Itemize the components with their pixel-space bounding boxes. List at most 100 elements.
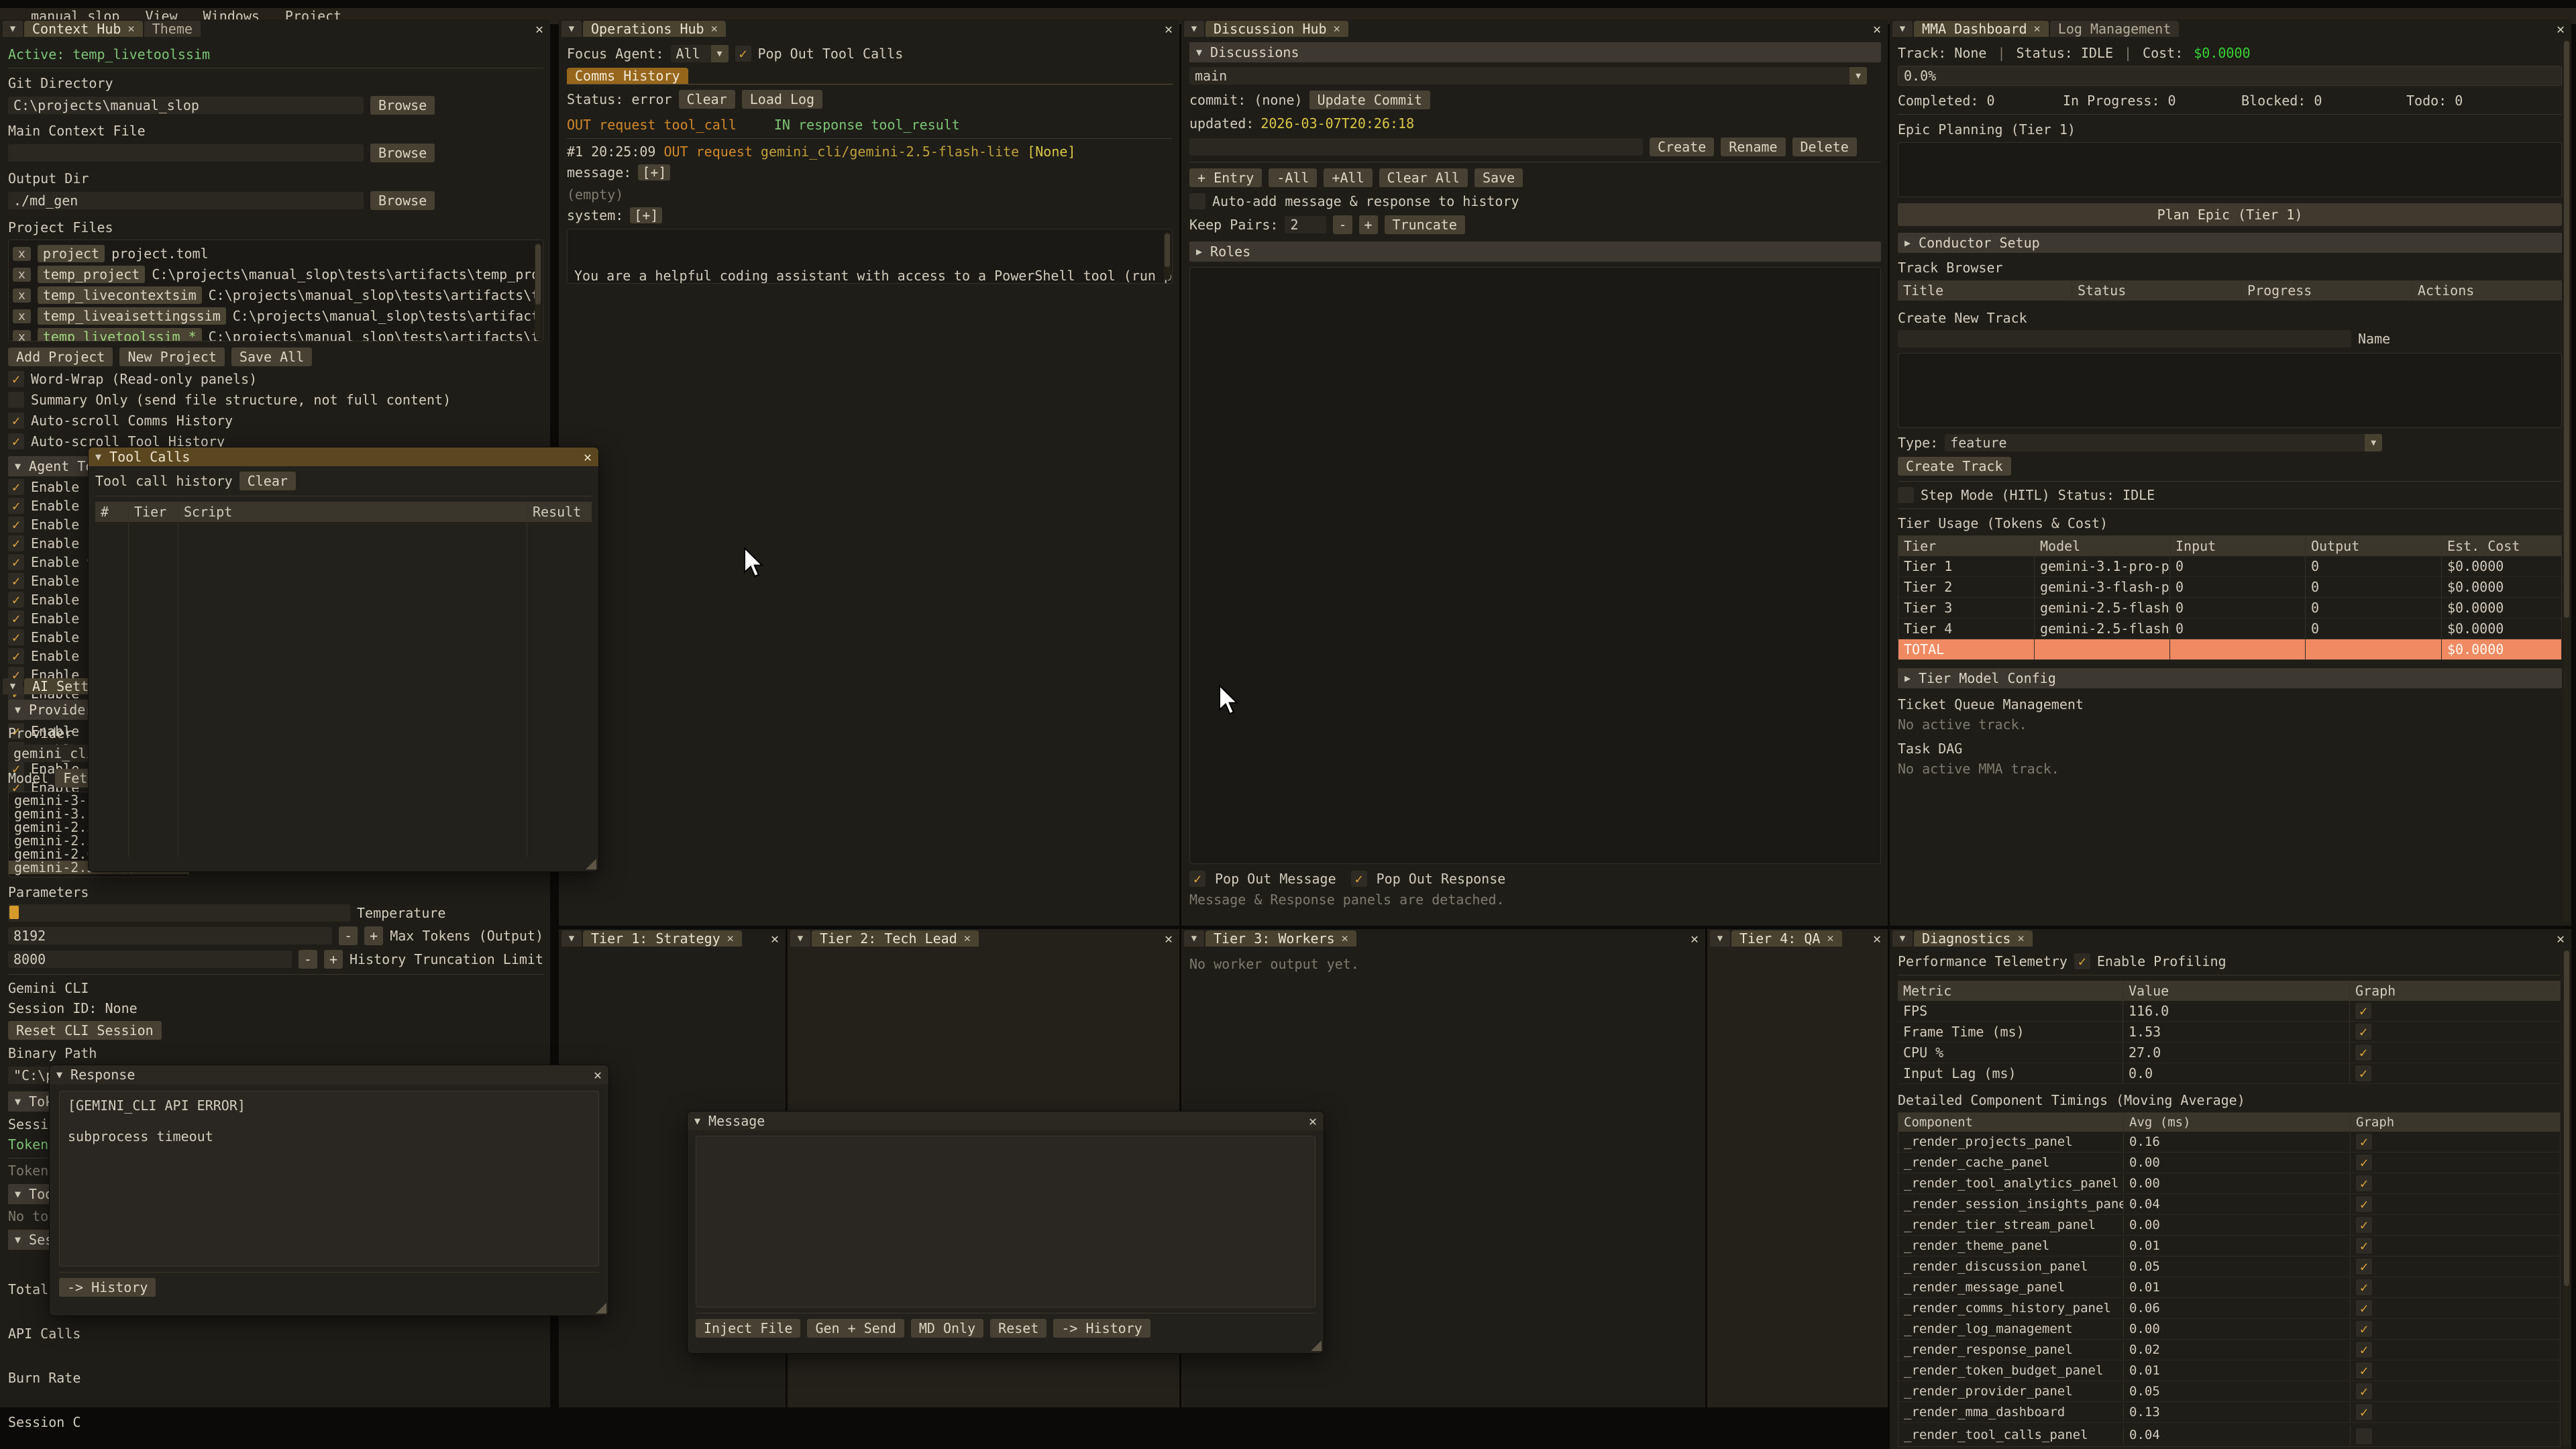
checkbox-icon[interactable]	[8, 413, 24, 429]
file-remove-button[interactable]: x	[13, 330, 31, 342]
mma-scrollbar[interactable]	[2563, 40, 2570, 922]
git-browse-button[interactable]: Browse	[370, 96, 435, 115]
tab-discussion-hub[interactable]: Discussion Hub ✕	[1205, 21, 1348, 37]
autoadd-checkbox[interactable]	[1189, 193, 1205, 209]
slider-grab[interactable]	[9, 906, 19, 919]
chevron-down-icon[interactable]: ▼	[95, 451, 101, 463]
temperature-slider[interactable]	[8, 904, 350, 922]
prompt-scrollbar[interactable]	[1164, 232, 1171, 280]
graph-checkbox[interactable]	[2356, 1404, 2372, 1420]
dock-menu-icon[interactable]: ▼	[561, 930, 582, 947]
tab-tier1[interactable]: Tier 1: Strategy ✕	[583, 930, 742, 947]
graph-checkbox[interactable]	[2356, 1134, 2372, 1150]
tab-context-hub[interactable]: Context Hub ✕	[24, 21, 143, 37]
file-row-active[interactable]: x temp_livetoolssim * C:\projects\manual…	[13, 328, 539, 341]
max-tokens-input[interactable]: 8192	[8, 927, 332, 945]
inject-file-button[interactable]: Inject File	[696, 1319, 800, 1338]
graph-checkbox[interactable]	[2356, 1155, 2372, 1171]
response-textarea[interactable]: [GEMINI_CLI API ERROR] subprocess timeou…	[59, 1091, 599, 1267]
track-type-combo[interactable]: feature ▼	[1945, 434, 2382, 451]
output-dir-input[interactable]: ./md_gen	[8, 192, 364, 209]
graph-checkbox[interactable]	[2356, 1279, 2372, 1295]
project-files-list[interactable]: x project project.toml x temp_project C:…	[8, 239, 543, 341]
tab-log-management[interactable]: Log Management	[2050, 21, 2180, 37]
focus-agent-combo[interactable]: All ▼	[671, 45, 729, 62]
message-titlebar[interactable]: ▼ Message ✕	[688, 1112, 1324, 1130]
file-row[interactable]: x temp_project C:\projects\manual_slop\t…	[13, 266, 539, 283]
tab-close-icon[interactable]: ✕	[1827, 932, 1833, 945]
track-description-textarea[interactable]	[1898, 353, 2562, 428]
file-tag[interactable]: project	[38, 245, 105, 262]
resize-grip-icon[interactable]	[1311, 1340, 1322, 1351]
update-commit-button[interactable]: Update Commit	[1309, 91, 1431, 109]
keep-pairs-input[interactable]: 2	[1285, 216, 1326, 233]
delete-discussion-button[interactable]: Delete	[1792, 138, 1857, 156]
md-only-button[interactable]: MD Only	[911, 1319, 983, 1338]
tool-calls-titlebar[interactable]: ▼ Tool Calls ✕	[89, 447, 598, 466]
git-directory-input[interactable]: C:\projects\manual_slop	[8, 97, 364, 114]
graph-checkbox[interactable]	[2356, 1342, 2372, 1358]
panel-close-icon[interactable]: ✕	[771, 930, 779, 947]
reset-cli-session-button[interactable]: Reset CLI Session	[8, 1021, 162, 1040]
dock-menu-icon[interactable]: ▼	[3, 678, 23, 694]
option-row[interactable]: Word-Wrap (Read-only panels)	[8, 371, 543, 387]
graph-checkbox[interactable]	[2356, 1321, 2372, 1337]
graph-checkbox[interactable]	[2356, 1217, 2372, 1233]
tab-operations-hub[interactable]: Operations Hub ✕	[583, 21, 726, 37]
panel-close-icon[interactable]: ✕	[1690, 930, 1699, 947]
gen-send-button[interactable]: Gen + Send	[807, 1319, 904, 1338]
graph-checkbox[interactable]	[2356, 1196, 2372, 1212]
dock-menu-icon[interactable]: ▼	[561, 21, 582, 37]
roles-header[interactable]: ▶ Roles	[1189, 241, 1881, 262]
tool-calls-window[interactable]: ▼ Tool Calls ✕ Tool call history Clear #…	[88, 447, 599, 872]
main-context-browse-button[interactable]: Browse	[370, 144, 435, 162]
graph-checkbox[interactable]	[2356, 1238, 2372, 1254]
minus-button[interactable]: -	[299, 950, 317, 969]
clear-all-button[interactable]: Clear All	[1379, 168, 1468, 187]
load-log-button[interactable]: Load Log	[742, 90, 822, 109]
checkbox-icon[interactable]	[8, 592, 24, 608]
file-remove-button[interactable]: x	[13, 288, 31, 303]
panel-close-icon[interactable]: ✕	[1873, 21, 1881, 37]
panel-close-icon[interactable]: ✕	[2557, 21, 2565, 37]
file-tag[interactable]: temp_liveaisettingssim	[38, 307, 226, 325]
add-project-button[interactable]: Add Project	[8, 347, 113, 366]
output-browse-button[interactable]: Browse	[370, 191, 435, 210]
message-window[interactable]: ▼ Message ✕ Inject File Gen + Send MD On…	[687, 1111, 1324, 1354]
save-discussion-button[interactable]: Save	[1474, 168, 1523, 187]
system-prompt-box[interactable]: You are a helpful coding assistant with …	[567, 229, 1173, 284]
panel-close-icon[interactable]: ✕	[2557, 930, 2565, 947]
checkbox-icon[interactable]	[8, 648, 24, 664]
file-row[interactable]: x project project.toml	[13, 245, 539, 262]
file-remove-button[interactable]: x	[13, 309, 31, 323]
tab-diagnostics[interactable]: Diagnostics ✕	[1914, 930, 2033, 947]
response-titlebar[interactable]: ▼ Response ✕	[50, 1065, 608, 1084]
main-context-input[interactable]	[8, 144, 364, 162]
resize-grip-icon[interactable]	[586, 859, 596, 869]
minus-button[interactable]: -	[339, 926, 358, 945]
plan-epic-button[interactable]: Plan Epic (Tier 1)	[1898, 203, 2562, 226]
tab-mma-dashboard[interactable]: MMA Dashboard ✕	[1914, 21, 2049, 37]
enable-profiling-checkbox[interactable]	[2074, 953, 2090, 969]
graph-checkbox[interactable]	[2355, 1003, 2371, 1019]
tab-comms-history[interactable]: Comms History	[567, 68, 688, 84]
dock-menu-icon[interactable]: ▼	[1710, 930, 1730, 947]
expand-all-button[interactable]: +All	[1324, 168, 1372, 187]
graph-checkbox[interactable]	[2356, 1258, 2372, 1275]
step-mode-checkbox[interactable]	[1898, 487, 1914, 503]
history-truncation-input[interactable]: 8000	[8, 951, 292, 968]
dock-menu-icon[interactable]: ▼	[1184, 930, 1204, 947]
new-project-button[interactable]: New Project	[119, 347, 224, 366]
rename-discussion-button[interactable]: Rename	[1721, 138, 1785, 156]
tab-theme[interactable]: Theme	[144, 21, 201, 37]
checkbox-icon[interactable]	[8, 554, 24, 570]
resize-grip-icon[interactable]	[596, 1303, 606, 1313]
dock-menu-icon[interactable]: ▼	[1892, 930, 1913, 947]
discussion-history-area[interactable]	[1189, 267, 1881, 864]
file-row[interactable]: x temp_liveaisettingssim C:\projects\man…	[13, 307, 539, 325]
message-history-button[interactable]: -> History	[1053, 1319, 1150, 1338]
tier-model-config-header[interactable]: ▶ Tier Model Config	[1898, 668, 2562, 688]
panel-close-icon[interactable]: ✕	[1165, 930, 1173, 947]
panel-close-icon[interactable]: ✕	[1873, 930, 1881, 947]
system-expand-button[interactable]: [+]	[630, 207, 662, 223]
